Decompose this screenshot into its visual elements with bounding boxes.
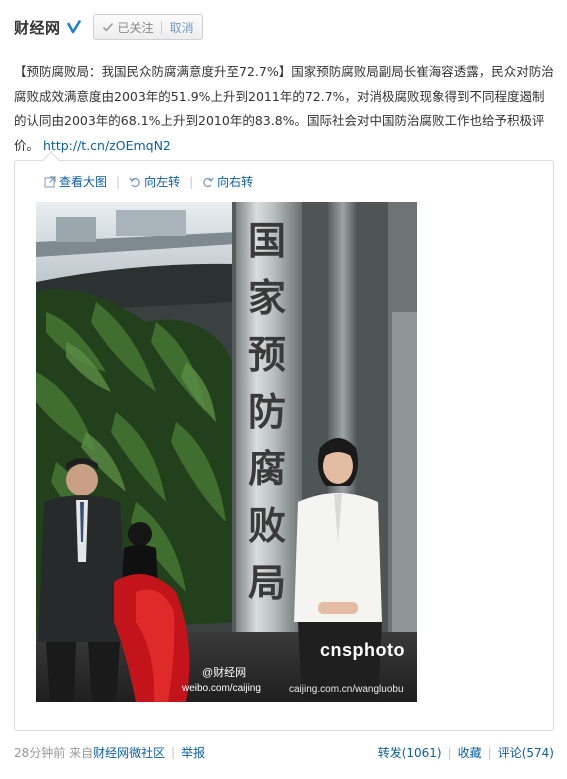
check-icon (102, 21, 114, 33)
sign-char: 腐 (247, 446, 286, 491)
rotate-right-button[interactable]: 向右转 (202, 173, 253, 190)
rotate-right-label: 向右转 (217, 175, 254, 189)
sign-char: 败 (247, 503, 286, 548)
rotate-left-label: 向左转 (144, 175, 181, 189)
post-photo[interactable]: 国 家 预 防 腐 败 局 cnsphoto @财经网 weibo.com/ca… (36, 202, 417, 702)
sign-char: 预 (247, 332, 286, 377)
sign-char: 国 (247, 218, 286, 263)
rotate-left-icon (129, 176, 141, 188)
post-footer: 28分钟前 来自 财经网微社区 | 举报 转发(1061) | 收藏 | 评论(… (14, 744, 554, 760)
comment-button[interactable]: 评论(574) (498, 744, 554, 761)
rotate-right-icon (202, 176, 214, 188)
post-link[interactable]: http://t.cn/zOEmqN2 (43, 138, 171, 153)
tool-separator: | (116, 174, 121, 189)
post-body: 【预防腐败局：我国民众防腐满意度升至72.7%】国家预防腐败局副局长崔海容透露，… (14, 60, 554, 158)
sign-char: 家 (247, 275, 286, 320)
follow-status-box: 已关注 | 取消 (92, 14, 203, 40)
footer-separator: | (447, 745, 452, 760)
photo-scene (36, 202, 417, 702)
post-header: 财经网 已关注 | 取消 (14, 12, 203, 42)
unfollow-button[interactable]: 取消 (170, 19, 194, 36)
view-large-label: 查看大图 (59, 175, 108, 189)
post-time-source: 28分钟前 来自 (14, 745, 94, 760)
view-large-button[interactable]: 查看大图 (44, 173, 107, 190)
author-name[interactable]: 财经网 (14, 17, 61, 38)
post-actions: 转发(1061) | 收藏 | 评论(574) (378, 744, 554, 761)
footer-separator: | (487, 745, 492, 760)
source-link[interactable]: 财经网微社区 (93, 744, 165, 761)
footer-separator: | (171, 745, 176, 759)
sign-char: 防 (247, 389, 286, 434)
followed-label: 已关注 (117, 20, 154, 35)
follow-separator: | (159, 20, 164, 34)
enlarge-icon (44, 175, 56, 188)
rotate-left-button[interactable]: 向左转 (129, 173, 180, 190)
media-toolbar: 查看大图 | 向左转 | 向右转 (44, 173, 253, 190)
repost-button[interactable]: 转发(1061) (378, 744, 442, 761)
media-box: 查看大图 | 向左转 | 向右转 国 家 预 防 腐 败 局 cnsphoto … (14, 151, 554, 731)
favorite-button[interactable]: 收藏 (458, 744, 482, 761)
report-link[interactable]: 举报 (181, 744, 205, 761)
tool-separator: | (189, 174, 194, 189)
sign-text: 国 家 预 防 腐 败 局 (237, 212, 297, 611)
verified-icon (66, 20, 81, 34)
sign-char: 局 (247, 560, 286, 605)
